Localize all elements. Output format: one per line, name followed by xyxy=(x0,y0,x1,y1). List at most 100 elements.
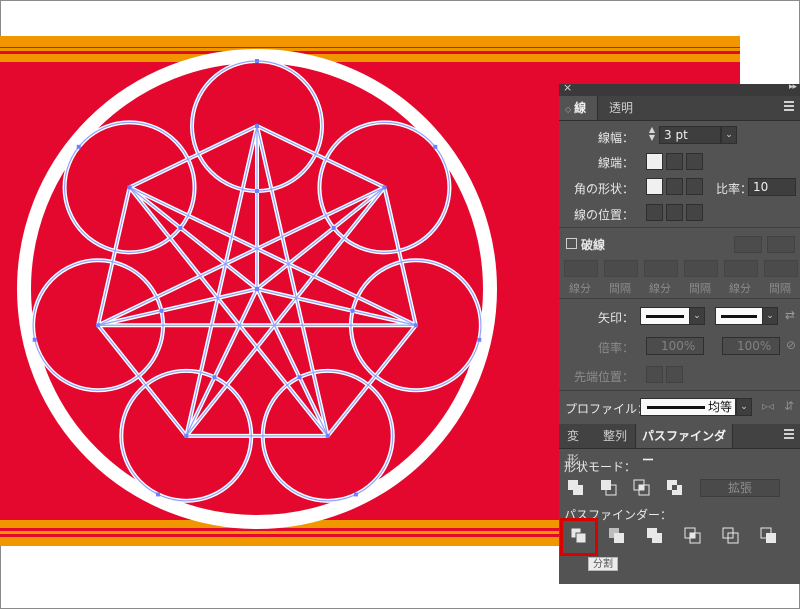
expand-button[interactable]: 拡張 xyxy=(700,479,780,497)
tab-stroke[interactable]: ◇ 線 xyxy=(559,96,598,120)
limit-input[interactable]: 10 xyxy=(748,178,796,196)
round-cap-icon[interactable] xyxy=(666,153,683,170)
stroke-weight-input[interactable]: 3 pt xyxy=(659,126,721,144)
gap-field[interactable] xyxy=(604,260,638,277)
profile-line xyxy=(647,406,705,409)
tab-align[interactable]: 整列 xyxy=(597,424,633,448)
miter-join-icon[interactable] xyxy=(646,178,663,195)
close-icon[interactable]: × xyxy=(563,81,572,94)
merge-icon[interactable] xyxy=(645,526,665,546)
tip-extend-icon[interactable] xyxy=(646,366,663,383)
chevron-down-icon[interactable]: ⌄ xyxy=(736,398,752,416)
tab-transform[interactable]: 変形 xyxy=(561,424,595,467)
panel-menu-icon[interactable] xyxy=(784,101,794,111)
anchor-point[interactable] xyxy=(382,185,387,190)
tab-pathfinder[interactable]: パスファインダー xyxy=(635,424,733,467)
top-stripes xyxy=(0,36,740,62)
anchor-point[interactable] xyxy=(433,144,438,149)
chevron-down-icon[interactable]: ⌄ xyxy=(762,307,778,325)
dash-label: 線分 xyxy=(729,282,751,295)
dash-label: 線分 xyxy=(649,282,671,295)
butt-cap-icon[interactable] xyxy=(646,153,663,170)
tip-place-icon[interactable] xyxy=(666,366,683,383)
align-center-icon[interactable] xyxy=(646,204,663,221)
divider xyxy=(559,390,800,391)
flip-along-icon[interactable]: ▹◃ xyxy=(762,399,774,413)
dash-field[interactable] xyxy=(564,260,598,277)
anchor-point[interactable] xyxy=(156,492,161,497)
arrow-label: 矢印： xyxy=(597,311,634,325)
projecting-cap-icon[interactable] xyxy=(686,153,703,170)
stroke-tab-bar: ◇ 線 透明 xyxy=(559,96,800,121)
anchor-point[interactable] xyxy=(76,144,81,149)
profile-select[interactable]: 均等 xyxy=(640,398,736,416)
panel-titlebar[interactable]: × ▸▸ xyxy=(559,81,800,96)
swap-arrows-icon[interactable]: ⇄ xyxy=(785,308,795,322)
divider xyxy=(559,227,800,228)
dashed-checkbox[interactable] xyxy=(566,238,577,249)
start-arrowhead-select[interactable] xyxy=(640,307,690,325)
link-icon[interactable]: ⊘ xyxy=(786,338,796,352)
gap-field[interactable] xyxy=(764,260,798,277)
dash-preserve-icon[interactable] xyxy=(734,236,762,253)
pathfinder-tab-bar: 変形 整列 パスファインダー xyxy=(559,424,800,467)
start-scale-input[interactable]: 100% xyxy=(646,337,704,355)
align-outside-icon[interactable] xyxy=(686,204,703,221)
minus-back-icon[interactable] xyxy=(759,526,779,546)
anchor-point[interactable] xyxy=(255,124,259,128)
anchor-point[interactable] xyxy=(477,337,482,342)
anchor-point[interactable] xyxy=(127,185,132,190)
intersect-icon[interactable] xyxy=(632,478,652,498)
dash-field[interactable] xyxy=(724,260,758,277)
crop-icon[interactable] xyxy=(683,526,703,546)
bevel-join-icon[interactable] xyxy=(686,178,703,195)
dash-align-icon[interactable] xyxy=(767,236,795,253)
outline-icon[interactable] xyxy=(721,526,741,546)
anchor-point[interactable] xyxy=(178,225,183,230)
stroke-panel: × ▸▸ ◇ 線 透明 線幅： ▲ ▼ 3 pt ⌄ 線端： 角の形状： 比率： 1… xyxy=(559,81,800,584)
anchor-point[interactable] xyxy=(413,323,418,328)
collapse-icon[interactable]: ▸▸ xyxy=(789,82,797,92)
anchor-point[interactable] xyxy=(184,433,189,438)
exclude-icon[interactable] xyxy=(665,478,685,498)
minus-front-icon[interactable] xyxy=(599,478,619,498)
anchor-point[interactable] xyxy=(212,375,217,380)
tab-arrows-icon: ◇ xyxy=(565,105,572,114)
flip-across-icon[interactable]: ⇵ xyxy=(784,399,794,413)
gap-field[interactable] xyxy=(684,260,718,277)
anchor-point[interactable] xyxy=(255,189,259,193)
unite-icon[interactable] xyxy=(566,478,586,498)
dashed-label: 破線 xyxy=(581,238,606,252)
anchor-point[interactable] xyxy=(325,433,330,438)
anchor-point[interactable] xyxy=(255,59,259,63)
end-scale-input[interactable]: 100% xyxy=(722,337,780,355)
divider xyxy=(559,298,800,299)
gap-label: 間隔 xyxy=(689,282,711,295)
anchor-point[interactable] xyxy=(297,375,302,380)
divide-button-highlight xyxy=(560,518,598,556)
profile-label: プロファイル： xyxy=(565,402,650,416)
stroke-weight-label: 線幅： xyxy=(597,131,634,145)
anchor-point[interactable] xyxy=(350,308,355,313)
weight-stepper-icon[interactable]: ▲ ▼ xyxy=(646,126,658,144)
round-join-icon[interactable] xyxy=(666,178,683,195)
corner-label: 角の形状： xyxy=(573,182,634,196)
anchor-point[interactable] xyxy=(32,337,37,342)
gap-label: 間隔 xyxy=(609,282,631,295)
limit-label: 比率： xyxy=(716,182,753,196)
anchor-point[interactable] xyxy=(353,492,358,497)
panel-menu-icon[interactable] xyxy=(784,429,794,439)
chevron-down-icon[interactable]: ⌄ xyxy=(689,307,705,325)
gap-label: 間隔 xyxy=(769,282,791,295)
tab-transparency[interactable]: 透明 xyxy=(603,96,643,120)
anchor-point[interactable] xyxy=(255,287,259,291)
trim-icon[interactable] xyxy=(607,526,627,546)
chevron-down-icon[interactable]: ⌄ xyxy=(721,126,737,144)
end-arrowhead-select[interactable] xyxy=(715,307,763,325)
anchor-point[interactable] xyxy=(159,308,164,313)
anchor-point[interactable] xyxy=(331,225,336,230)
align-inside-icon[interactable] xyxy=(666,204,683,221)
dash-label: 線分 xyxy=(569,282,591,295)
dash-field[interactable] xyxy=(644,260,678,277)
anchor-point[interactable] xyxy=(96,323,101,328)
